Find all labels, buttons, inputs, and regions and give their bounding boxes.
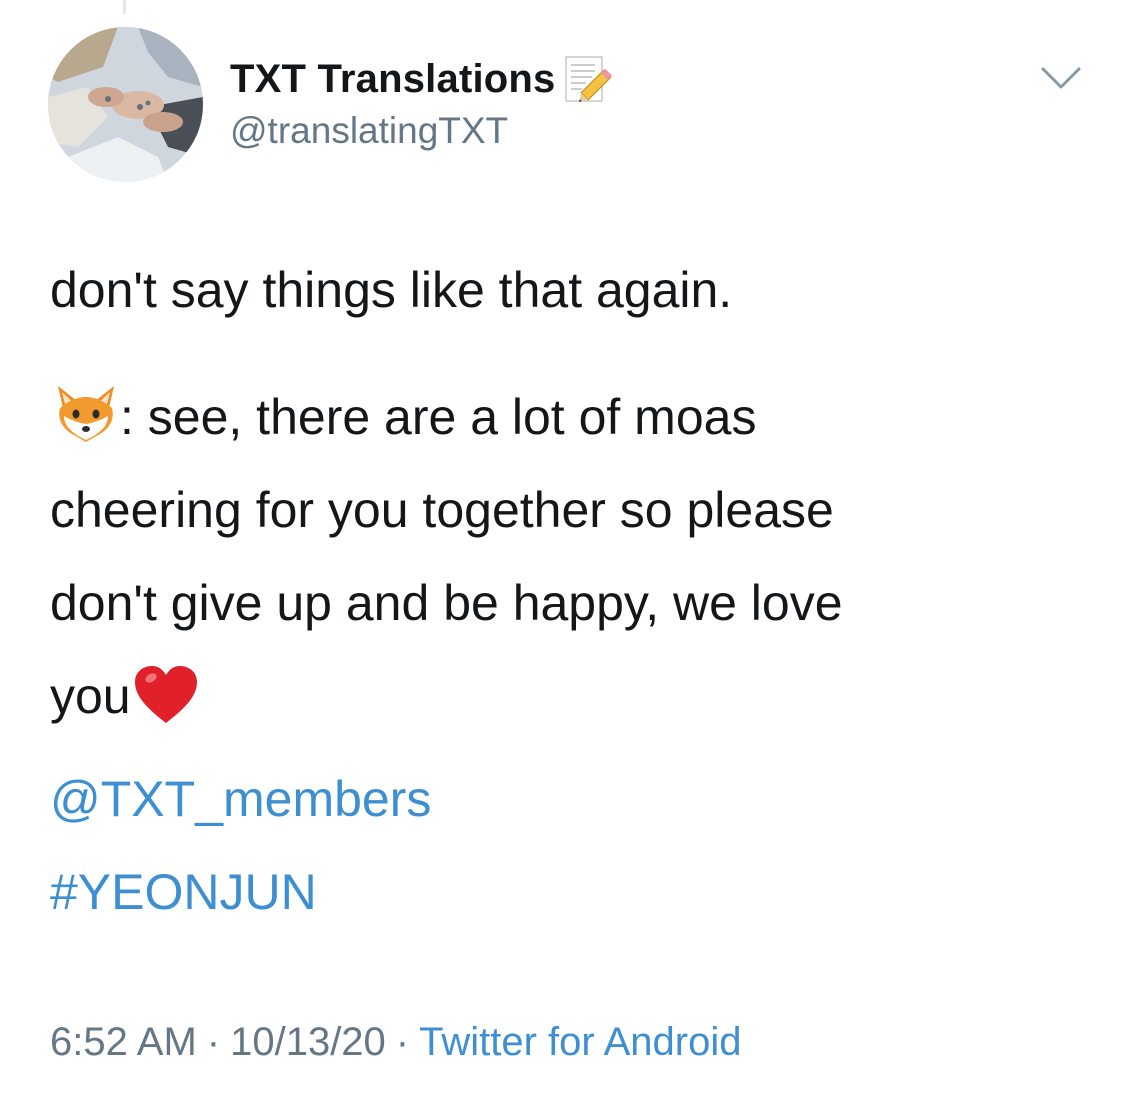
thread-connector-line: [123, 0, 126, 14]
mention-link[interactable]: @TXT_members: [50, 770, 431, 828]
tweet-date[interactable]: 10/13/20: [230, 1020, 386, 1065]
hashtag-link[interactable]: #YEONJUN: [50, 863, 317, 921]
fox-face-icon: [52, 381, 120, 443]
tweet-text-paragraph: : see, there are a lot of moas cheering …: [50, 371, 1090, 743]
tweet-text-segment: : see, there are a lot of moas: [120, 389, 757, 445]
chevron-down-icon[interactable]: [1040, 64, 1082, 92]
tweet-source-link[interactable]: Twitter for Android: [419, 1020, 741, 1065]
tweet-time[interactable]: 6:52 AM: [50, 1020, 197, 1065]
tweet-text-row: you: [50, 650, 1090, 743]
tweet-text-row: don't give up and be happy, we love: [50, 575, 843, 631]
author-handle[interactable]: @translatingTXT: [230, 110, 508, 152]
tweet-text-row: cheering for you together so please: [50, 482, 834, 538]
tweet-metadata: 6:52 AM · 10/13/20 · Twitter for Android: [50, 1020, 742, 1065]
author-name-row[interactable]: TXT Translations: [230, 54, 616, 104]
tweet-text: don't say things like that again. : see,…: [50, 258, 1090, 743]
avatar[interactable]: [48, 27, 203, 182]
tweet-text-row: : see, there are a lot of moas: [50, 371, 1090, 464]
meta-separator: ·: [206, 1020, 221, 1064]
meta-separator: ·: [395, 1020, 410, 1064]
tweet-text-segment: you: [50, 668, 131, 724]
avatar-image: [48, 27, 203, 182]
author-display-name[interactable]: TXT Translations: [230, 57, 556, 102]
memo-icon: [562, 51, 616, 107]
red-heart-icon: [131, 663, 201, 727]
tweet-text-line: don't say things like that again.: [50, 262, 733, 318]
